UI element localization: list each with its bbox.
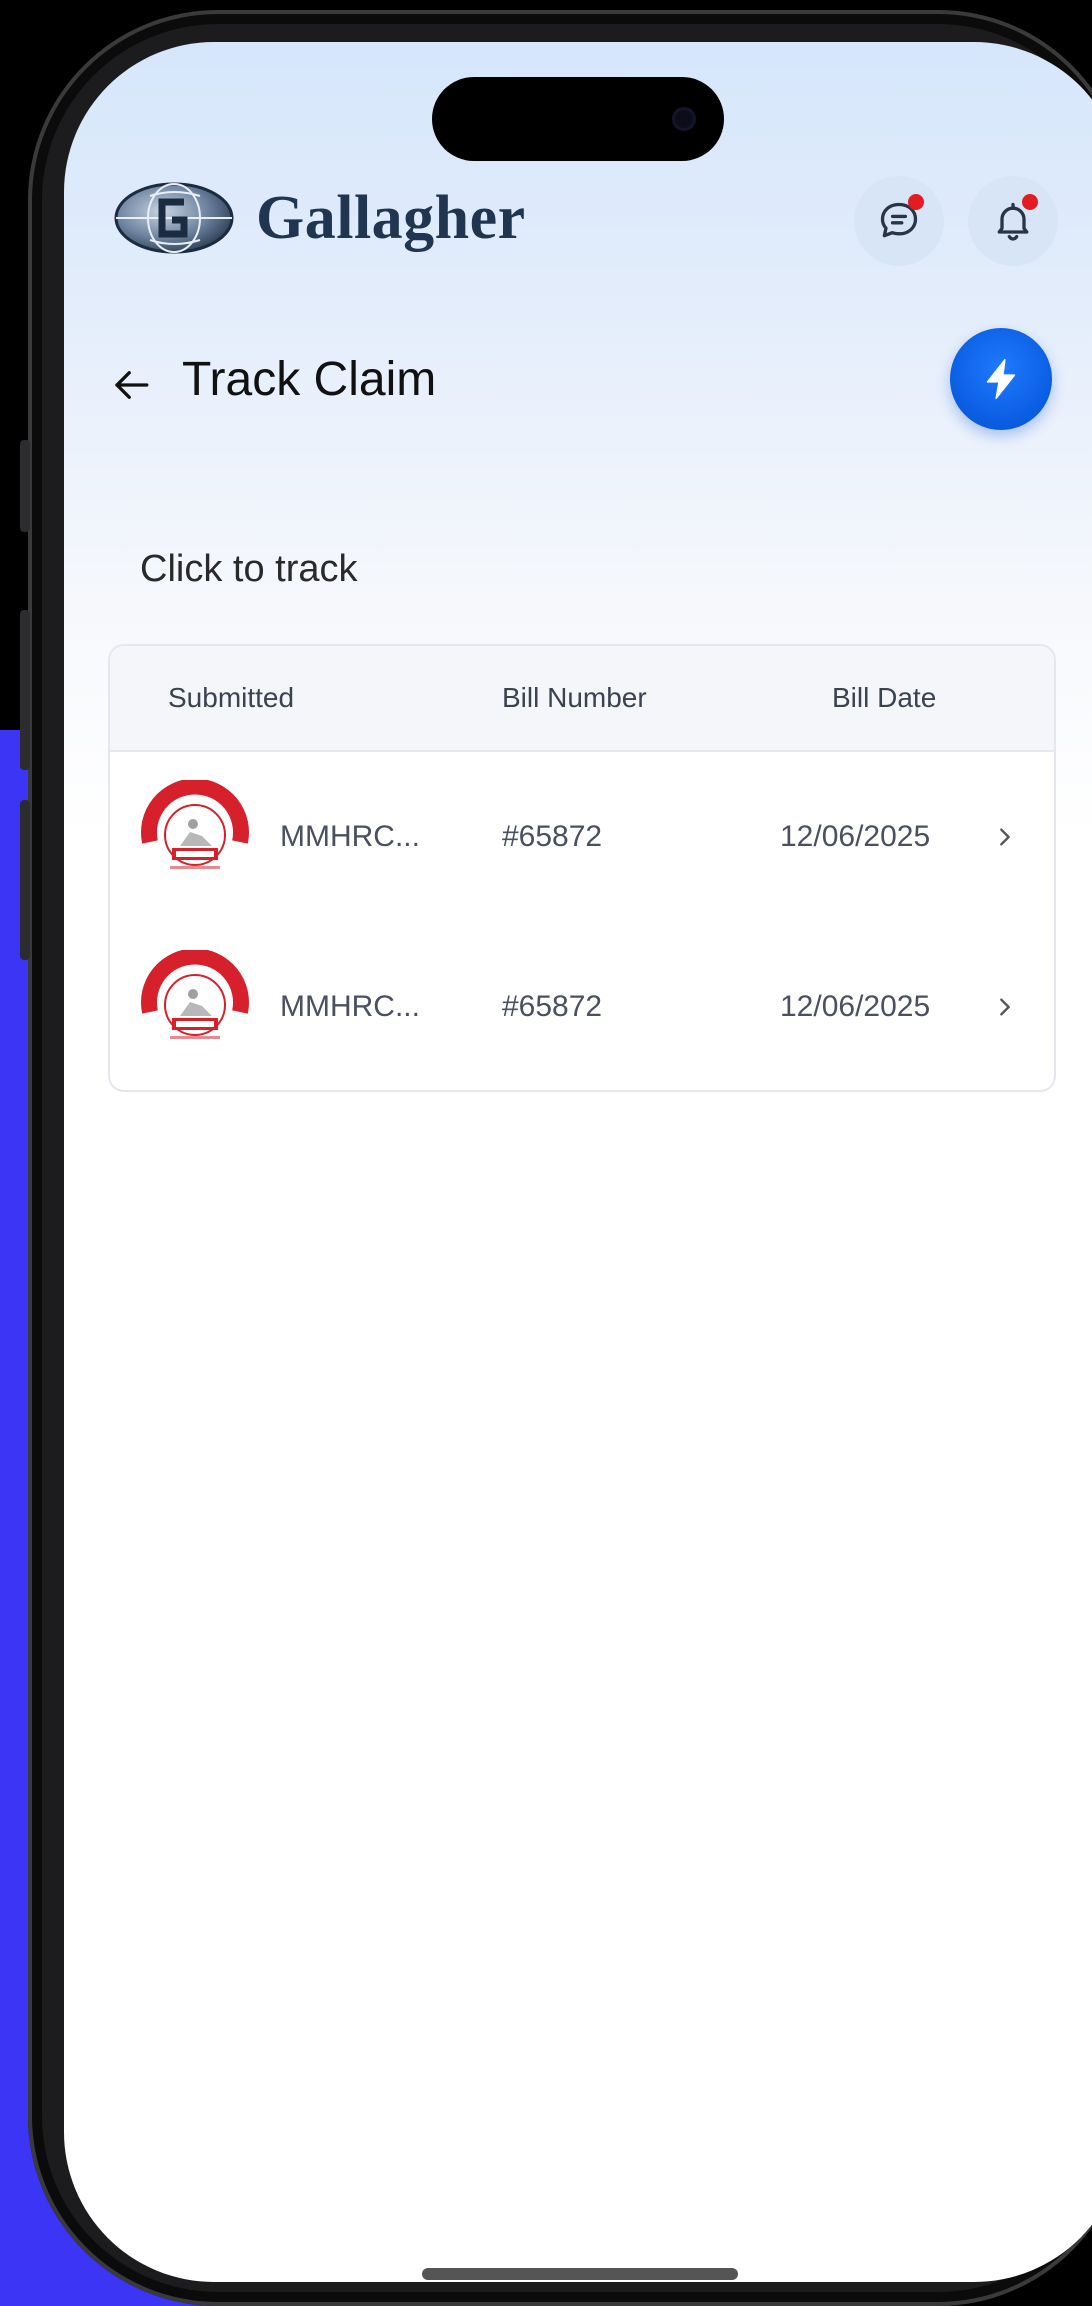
bill-date: 12/06/2025 [780,820,931,853]
quick-action-button[interactable] [950,328,1052,430]
phone-side-button [20,440,30,532]
instruction-text: Click to track [140,548,358,590]
claims-table: Submitted Bill Number Bill Date MMHRC...… [108,644,1056,1092]
phone-side-button [20,800,30,960]
hospital-logo-icon [141,950,249,1058]
camera [672,107,696,131]
hospital-logo-icon [141,780,249,888]
provider-name: MMHRC... [280,990,420,1023]
globe-logo-icon [114,182,234,254]
notification-dot [908,194,924,210]
bill-number: #65872 [502,990,603,1023]
table-row[interactable]: MMHRC... #65872 12/06/2025 [110,922,1054,1090]
column-header-submitted: Submitted [168,682,295,713]
lightning-icon [986,359,1016,399]
notifications-button[interactable] [968,176,1058,266]
column-header-bill-number: Bill Number [502,682,647,713]
page-title: Track Claim [182,353,437,406]
chevron-right-icon[interactable] [994,826,1016,848]
chevron-right-icon[interactable] [994,996,1016,1018]
messages-button[interactable] [854,176,944,266]
notification-dot [1022,194,1038,210]
provider-name: MMHRC... [280,820,420,853]
column-header-bill-date: Bill Date [832,682,937,713]
back-arrow-icon[interactable] [110,364,152,406]
phone-side-button [20,610,30,770]
home-indicator[interactable] [422,2268,738,2280]
table-row[interactable]: MMHRC... #65872 12/06/2025 [110,752,1054,922]
bill-date: 12/06/2025 [780,990,931,1023]
app-screen: Gallagher Track Claim Click to track Sub… [64,42,1092,2282]
bill-number: #65872 [502,820,603,853]
brand-logo: Gallagher [114,182,526,254]
brand-name: Gallagher [256,183,526,252]
table-header: Submitted Bill Number Bill Date [110,646,1054,752]
dynamic-island [432,77,724,161]
